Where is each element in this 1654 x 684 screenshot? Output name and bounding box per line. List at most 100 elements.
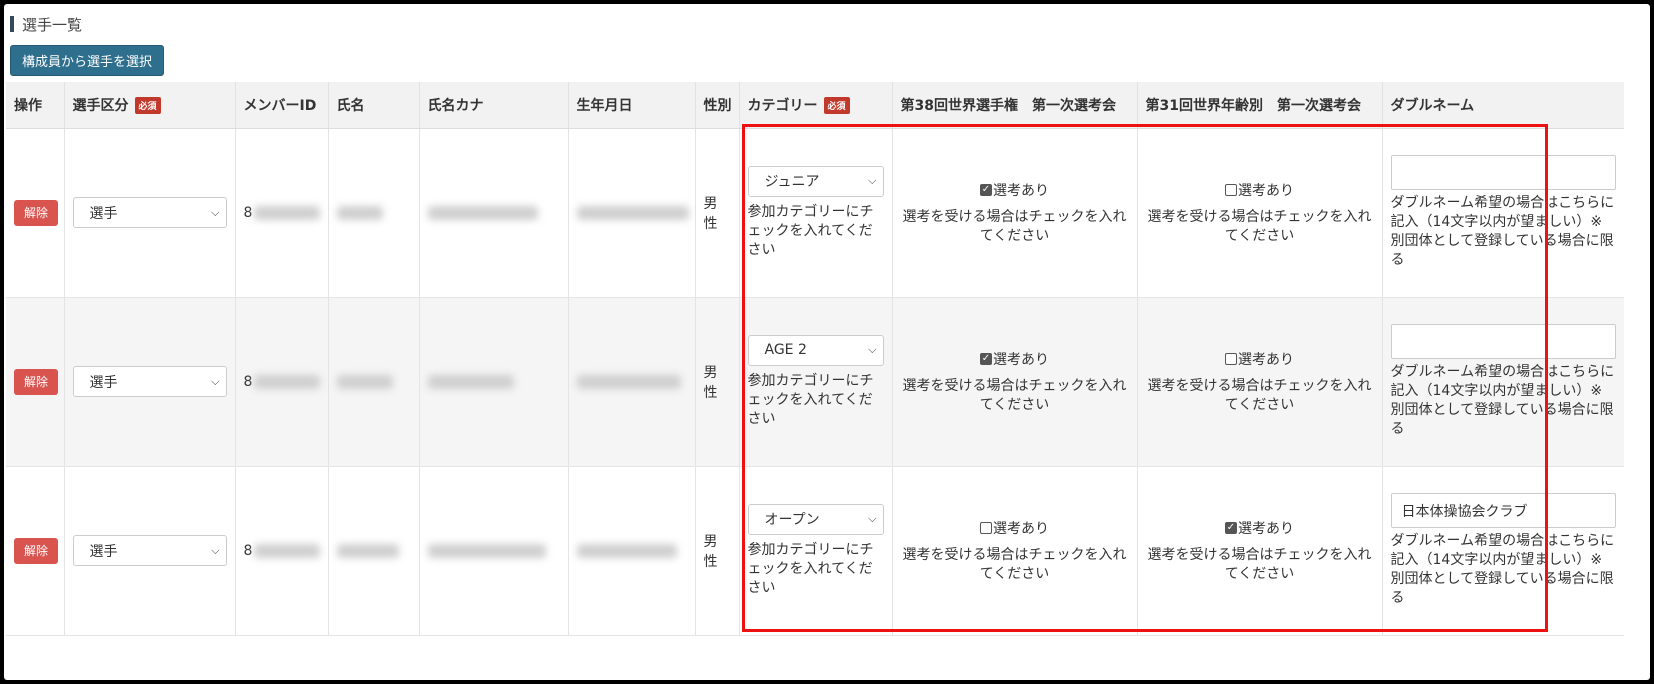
name-cell <box>327 297 419 467</box>
worlds31-checkbox[interactable]: ✓ <box>1225 521 1237 534</box>
chevron-down-icon: ⌵ <box>211 205 220 219</box>
header-gender: 性別 <box>694 82 739 129</box>
player-type-cell: 選手 ⌵ <box>63 466 235 636</box>
double-name-input[interactable] <box>1390 155 1616 190</box>
action-cell: 解除 <box>6 128 64 298</box>
header-name-kana: 氏名カナ <box>418 82 568 129</box>
redacted-name <box>336 205 383 220</box>
release-button[interactable]: 解除 <box>14 199 58 226</box>
table-header-row: 操作 選手区分 必須 メンバーID 氏名 氏名カナ 生年月日 性別 カテゴリー 必須… <box>6 82 1624 129</box>
double-name-help-text: ダブルネーム希望の場合はこちらに記入（14文字以内が望ましい）※別団体として登録… <box>1390 195 1615 268</box>
selection-label: 選考あり <box>1238 182 1294 199</box>
player-type-select[interactable]: 選手 ⌵ <box>72 197 227 228</box>
double-name-cell: ダブルネーム希望の場合はこちらに記入（14文字以内が望ましい）※別団体として登録… <box>1381 297 1624 467</box>
category-help-text: 参加カテゴリーにチェックを入れてください <box>747 541 874 596</box>
table-row: 解除 選手 ⌵ 8 男性 AGE 2 ⌵ 参加カテゴリーにチェックを入れてください … <box>6 297 1624 467</box>
worlds38-checkbox[interactable]: ✓ <box>980 183 992 196</box>
header-action: 操作 <box>6 82 64 129</box>
gender-cell: 男性 <box>694 297 739 467</box>
player-type-value: 選手 <box>89 374 118 391</box>
header-worlds31: 第31回世界年齢別 第一次選考会 <box>1136 82 1382 129</box>
worlds31-cell: ✓ 選考あり 選考を受ける場合はチェックを入れてください <box>1136 466 1382 636</box>
worlds38-checkbox[interactable] <box>980 521 992 534</box>
category-select[interactable]: AGE 2 ⌵ <box>747 334 884 366</box>
section-title-text: 選手一覧 <box>22 15 83 34</box>
worlds38-checkbox-label[interactable]: ✓ 選考あり <box>901 349 1129 369</box>
table-row: 解除 選手 ⌵ 8 男性 ジュニア ⌵ 参加カテゴリーにチェックを入れてください ✓… <box>6 128 1624 298</box>
selection-help-text: 選考を受ける場合はチェックを入れてください <box>1147 546 1372 582</box>
header-double-name: ダブルネーム <box>1381 82 1624 129</box>
select-from-members-button[interactable]: 構成員から選手を選択 <box>10 45 164 76</box>
player-type-select[interactable]: 選手 ⌵ <box>72 535 227 566</box>
header-birthdate: 生年月日 <box>567 82 695 129</box>
selection-label: 選考あり <box>993 520 1049 537</box>
selection-help-text: 選考を受ける場合はチェックを入れてください <box>902 377 1127 413</box>
worlds38-cell: 選考あり 選考を受ける場合はチェックを入れてください <box>891 466 1137 636</box>
redacted-name-kana <box>427 543 546 558</box>
double-name-cell: 日本体操協会クラブ ダブルネーム希望の場合はこちらに記入（14文字以内が望ましい… <box>1381 466 1624 636</box>
member-id-prefix: 8 <box>243 542 253 559</box>
worlds31-checkbox-label[interactable]: 選考あり <box>1146 349 1374 369</box>
chevron-down-icon: ⌵ <box>868 512 877 525</box>
birthdate-cell <box>567 466 695 636</box>
worlds31-checkbox-label[interactable]: ✓ 選考あり <box>1146 518 1374 538</box>
chevron-down-icon: ⌵ <box>211 543 220 557</box>
selection-label: 選考あり <box>1238 351 1294 368</box>
player-type-cell: 選手 ⌵ <box>63 128 235 298</box>
name-kana-cell <box>418 466 568 636</box>
worlds38-cell: ✓ 選考あり 選考を受ける場合はチェックを入れてください <box>891 297 1137 467</box>
category-cell: ジュニア ⌵ 参加カテゴリーにチェックを入れてください <box>738 128 892 298</box>
selection-help-text: 選考を受ける場合はチェックを入れてください <box>902 208 1127 244</box>
worlds38-checkbox-label[interactable]: ✓ 選考あり <box>901 180 1129 200</box>
category-help-text: 参加カテゴリーにチェックを入れてください <box>747 372 874 427</box>
birthdate-cell <box>567 297 695 467</box>
chevron-down-icon: ⌵ <box>868 174 877 187</box>
redacted-birthdate <box>576 374 681 389</box>
redacted-member-id <box>254 374 320 389</box>
name-cell <box>327 128 419 298</box>
header-name: 氏名 <box>327 82 419 129</box>
member-id-cell: 8 <box>234 297 328 467</box>
selection-help-text: 選考を受ける場合はチェックを入れてください <box>1147 208 1372 244</box>
redacted-name <box>336 543 399 558</box>
header-member-id: メンバーID <box>234 82 328 129</box>
redacted-member-id <box>254 205 320 220</box>
selection-label: 選考あり <box>993 182 1049 199</box>
required-badge: 必須 <box>134 97 161 115</box>
release-button[interactable]: 解除 <box>14 537 58 564</box>
double-name-input[interactable]: 日本体操協会クラブ <box>1390 493 1616 528</box>
player-type-value: 選手 <box>89 543 118 560</box>
worlds31-cell: 選考あり 選考を受ける場合はチェックを入れてください <box>1136 128 1382 298</box>
category-value: オープン <box>764 512 820 528</box>
player-type-select[interactable]: 選手 ⌵ <box>72 366 227 397</box>
birthdate-cell <box>567 128 695 298</box>
category-value: AGE 2 <box>764 342 807 358</box>
worlds31-checkbox[interactable] <box>1225 183 1237 196</box>
selection-help-text: 選考を受ける場合はチェックを入れてください <box>1147 377 1372 413</box>
players-table: 操作 選手区分 必須 メンバーID 氏名 氏名カナ 生年月日 性別 カテゴリー 必須… <box>6 82 1624 636</box>
member-id-prefix: 8 <box>243 373 253 390</box>
worlds31-checkbox-label[interactable]: 選考あり <box>1146 180 1374 200</box>
name-kana-cell <box>418 297 568 467</box>
required-badge: 必須 <box>823 97 850 115</box>
worlds38-checkbox-label[interactable]: 選考あり <box>901 518 1129 538</box>
release-button[interactable]: 解除 <box>14 368 58 395</box>
redacted-name-kana <box>427 374 514 389</box>
double-name-input[interactable] <box>1390 324 1616 359</box>
action-cell: 解除 <box>6 297 64 467</box>
action-cell: 解除 <box>6 466 64 636</box>
category-select[interactable]: オープン ⌵ <box>747 503 884 535</box>
worlds31-checkbox[interactable] <box>1225 352 1237 365</box>
redacted-member-id <box>254 543 320 558</box>
gender-cell: 男性 <box>694 466 739 636</box>
worlds38-checkbox[interactable]: ✓ <box>980 352 992 365</box>
double-name-help-text: ダブルネーム希望の場合はこちらに記入（14文字以内が望ましい）※別団体として登録… <box>1390 364 1615 437</box>
worlds38-cell: ✓ 選考あり 選考を受ける場合はチェックを入れてください <box>891 128 1137 298</box>
gender-cell: 男性 <box>694 128 739 298</box>
category-select[interactable]: ジュニア ⌵ <box>747 165 884 197</box>
double-name-help-text: ダブルネーム希望の場合はこちらに記入（14文字以内が望ましい）※別団体として登録… <box>1390 533 1615 606</box>
redacted-name <box>336 374 393 389</box>
redacted-birthdate <box>576 205 689 220</box>
player-type-cell: 選手 ⌵ <box>63 297 235 467</box>
selection-label: 選考あり <box>1238 520 1294 537</box>
